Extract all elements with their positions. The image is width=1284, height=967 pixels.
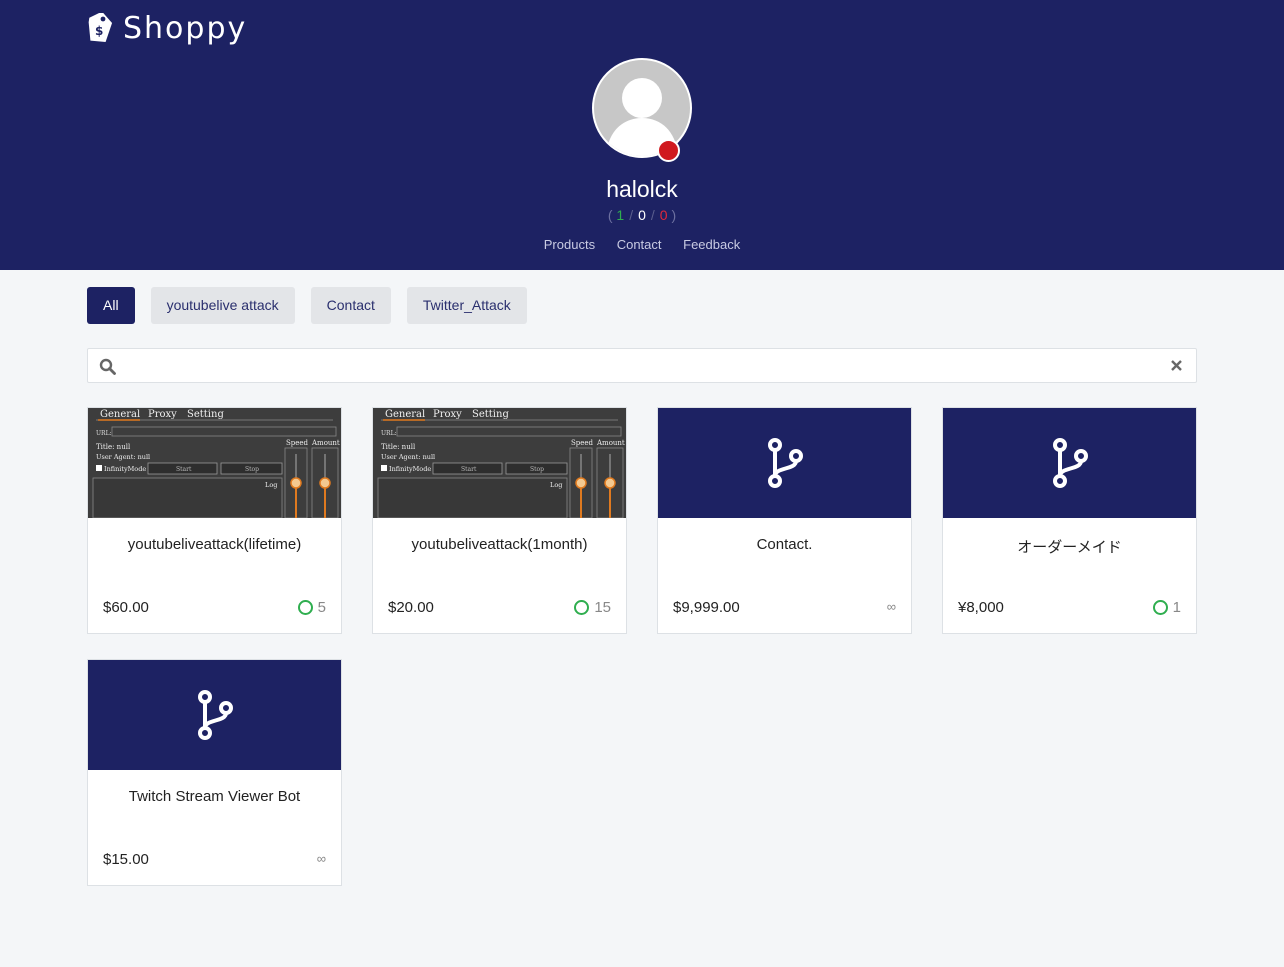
product-price: $15.00 (103, 851, 149, 868)
tab-general: General (385, 409, 425, 420)
close-icon[interactable] (1170, 359, 1183, 372)
tab-setting: Setting (187, 409, 224, 420)
product-card[interactable]: General Proxy Setting URL: Title: null U… (372, 407, 627, 634)
brand-logo[interactable]: $ Shoppy (87, 10, 247, 46)
tag-icon: $ (88, 13, 113, 42)
product-title: youtubeliveattack(1month) (411, 536, 588, 553)
product-stock: ∞ (887, 599, 896, 614)
category-filters: All youtubelive attack Contact Twitter_A… (87, 287, 543, 324)
nav-contact[interactable]: Contact (617, 237, 662, 252)
code-branch-icon (1052, 438, 1088, 488)
start-label: Start (461, 466, 477, 473)
product-card[interactable]: Contact. $9,999.00 ∞ (657, 407, 912, 634)
rating-open-paren: ( (607, 207, 613, 223)
tab-proxy: Proxy (148, 409, 177, 420)
log-label: Log (265, 481, 277, 489)
product-thumbnail: General Proxy Setting URL: Title: null U… (88, 408, 341, 518)
online-status-indicator (657, 139, 680, 162)
start-label: Start (176, 466, 192, 473)
profile-header: $ Shoppy halolck ( 1/0/0 ) Products Cont… (0, 0, 1284, 270)
filter-twitter-attack[interactable]: Twitter_Attack (406, 287, 527, 324)
product-price: ¥8,000 (958, 599, 1004, 616)
brand-name: Shoppy (123, 10, 248, 46)
code-branch-icon (767, 438, 803, 488)
infinity-label: InfinityMode (104, 465, 146, 473)
product-card[interactable]: Twitch Stream Viewer Bot $15.00 ∞ (87, 659, 342, 886)
in-stock-icon (574, 600, 590, 615)
product-stock: 15 (574, 599, 611, 616)
agent-label: User Agent: null (381, 453, 435, 461)
seller-username: halolck (606, 176, 678, 202)
nav-feedback[interactable]: Feedback (683, 237, 740, 252)
filter-youtubelive-attack[interactable]: youtubelive attack (150, 287, 295, 324)
filter-all[interactable]: All (87, 287, 135, 324)
product-card[interactable]: オーダーメイド ¥8,000 1 (942, 407, 1197, 634)
rating-close-paren: ) (671, 207, 677, 223)
tab-proxy: Proxy (433, 409, 462, 420)
url-label: URL: (96, 430, 112, 437)
stop-label: Stop (530, 466, 544, 473)
stock-count: 15 (594, 599, 611, 616)
search-icon (99, 358, 116, 375)
profile-nav: Products Contact Feedback (0, 237, 1284, 252)
rating-neutral: 0 (638, 207, 646, 223)
stock-count: ∞ (316, 851, 326, 866)
product-card[interactable]: General Proxy Setting URL: Title: null U… (87, 407, 342, 634)
agent-label: User Agent: null (96, 453, 150, 461)
product-thumbnail (658, 408, 911, 518)
app-screenshot: General Proxy Setting URL: Title: null U… (373, 408, 626, 518)
product-thumbnail: General Proxy Setting URL: Title: null U… (373, 408, 626, 518)
log-label: Log (550, 481, 562, 489)
product-price: $20.00 (388, 599, 434, 616)
app-screenshot: General Proxy Setting URL: Title: null U… (88, 408, 341, 518)
product-price: $60.00 (103, 599, 149, 616)
product-title: Contact. (756, 536, 813, 553)
product-stock: 5 (297, 599, 326, 616)
title-label: Title: null (381, 443, 416, 451)
speed-label: Speed (286, 439, 309, 447)
product-price: $9,999.00 (673, 599, 740, 616)
code-branch-icon (197, 690, 233, 740)
search-bar (87, 348, 1197, 384)
amount-label: Amount (596, 439, 625, 447)
filter-contact[interactable]: Contact (310, 287, 391, 324)
product-title: youtubeliveattack(lifetime) (127, 536, 302, 553)
stop-label: Stop (245, 466, 259, 473)
in-stock-icon (1152, 600, 1168, 615)
product-thumbnail (88, 660, 341, 770)
tab-general: General (100, 409, 140, 420)
speed-label: Speed (571, 439, 594, 447)
product-title: オーダーメイド (1017, 538, 1122, 556)
feedback-rating: ( 1/0/0 ) (607, 207, 677, 223)
stock-count: ∞ (886, 599, 896, 614)
product-thumbnail (943, 408, 1196, 518)
product-stock: ∞ (317, 851, 326, 866)
infinity-label: InfinityMode (389, 465, 431, 473)
title-label: Title: null (96, 443, 131, 451)
in-stock-icon (297, 600, 313, 615)
url-label: URL: (381, 430, 397, 437)
stock-count: 5 (317, 599, 326, 616)
svg-text:$: $ (95, 24, 103, 38)
search-input[interactable] (124, 349, 1158, 384)
stock-count: 1 (1172, 599, 1181, 616)
amount-label: Amount (311, 439, 340, 447)
product-title: Twitch Stream Viewer Bot (128, 788, 301, 805)
tab-setting: Setting (472, 409, 509, 420)
nav-products[interactable]: Products (544, 237, 595, 252)
rating-negative: 0 (659, 207, 668, 223)
product-stock: 1 (1152, 599, 1181, 616)
